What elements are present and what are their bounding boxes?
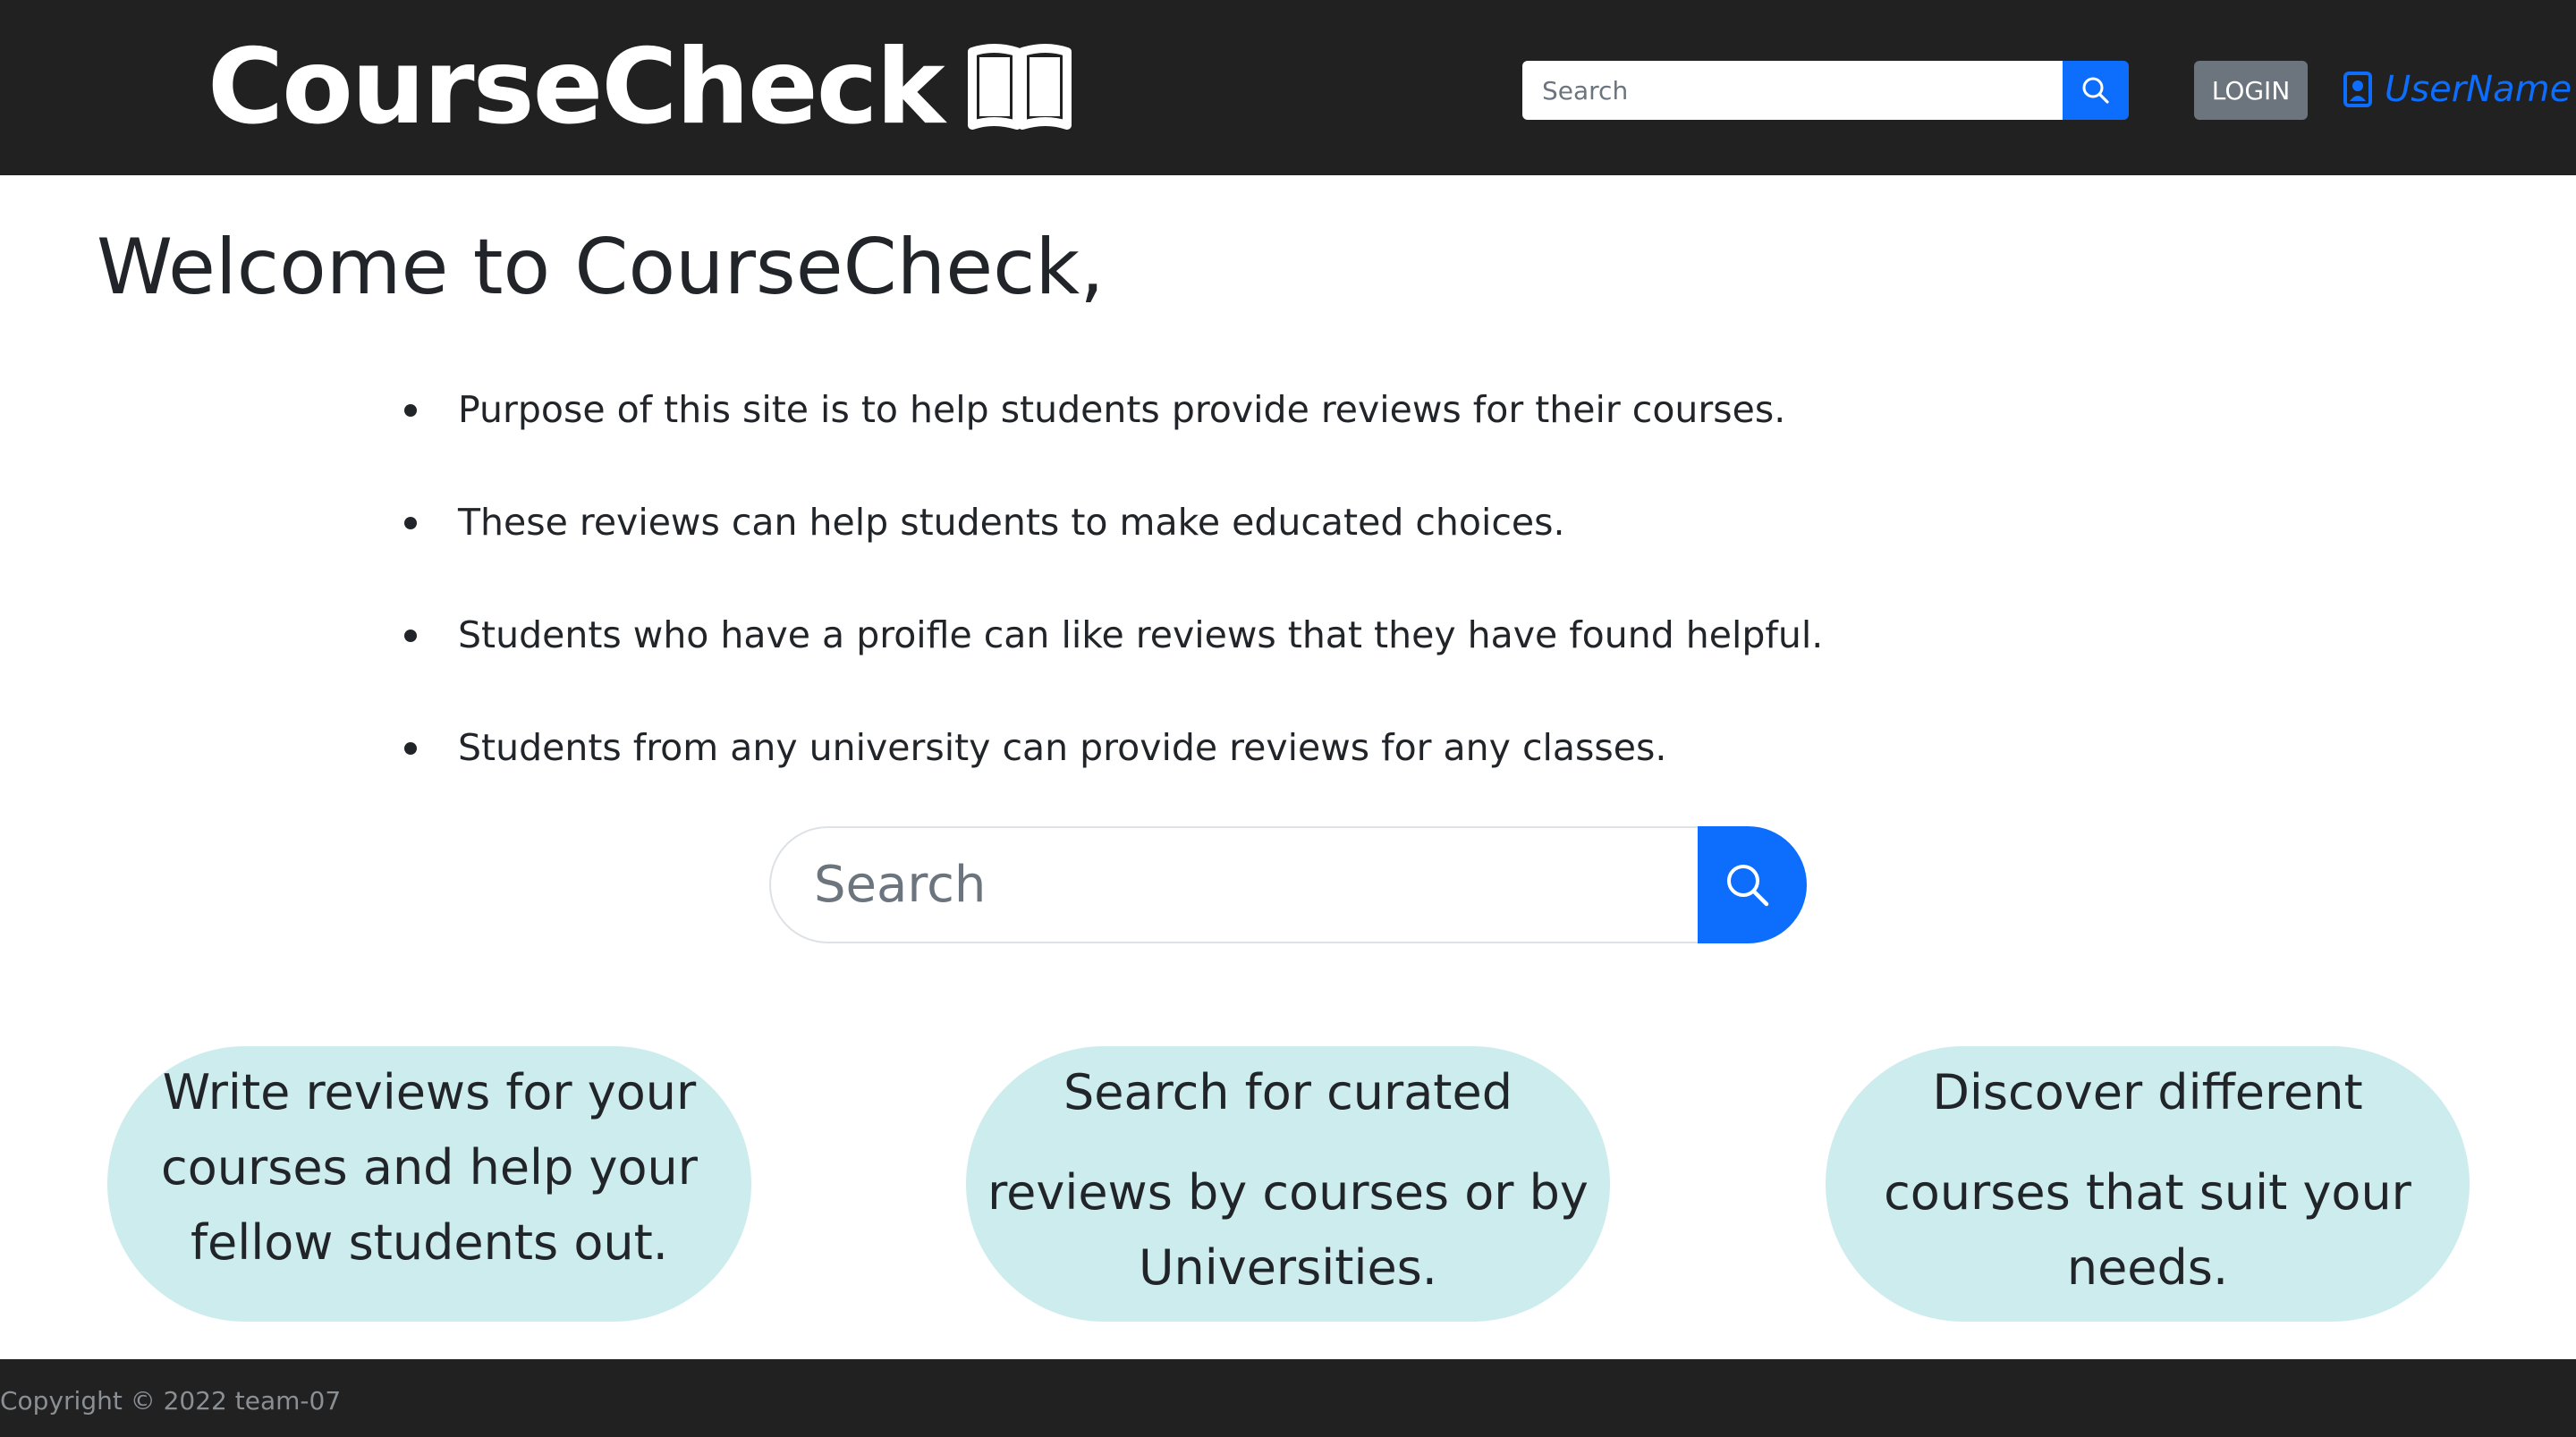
feature-line: courses and help your (161, 1139, 698, 1196)
list-item-text: These reviews can help students to make … (458, 501, 1565, 544)
bullet-dot (404, 404, 417, 417)
footer: Copyright © 2022 team-07 (0, 1359, 2576, 1437)
list-item-text: Students from any university can provide… (458, 726, 1667, 769)
navbar: CourseCheck LOGIN UserName (0, 0, 2576, 175)
main-search-input[interactable] (769, 826, 1698, 943)
feature-line: Write reviews for your (162, 1064, 697, 1120)
copyright-text: Copyright © 2022 team-07 (0, 1386, 342, 1416)
list-item: Students from any university can provide… (385, 712, 1823, 824)
brand-name: CourseCheck (208, 27, 945, 148)
brand-link[interactable]: CourseCheck (208, 30, 1072, 145)
feature-line: Universities. (1139, 1239, 1437, 1296)
search-icon (1727, 864, 1769, 906)
main-search (769, 826, 1807, 943)
feature-line: Search for curated (1063, 1064, 1513, 1120)
list-item-text: Purpose of this site is to help students… (458, 388, 1786, 431)
list-item-text: Students who have a proifle can like rev… (458, 613, 1824, 656)
book-icon (967, 43, 1072, 132)
navbar-search (1522, 61, 2129, 120)
page-title: Welcome to CourseCheck, (97, 223, 1105, 312)
username-link[interactable]: UserName (2343, 64, 2572, 114)
feature-line: courses that suit your (1884, 1164, 2411, 1221)
feature-line: Discover different (1932, 1064, 2363, 1120)
list-item: Students who have a proifle can like rev… (385, 599, 1823, 712)
login-button[interactable]: LOGIN (2194, 61, 2308, 120)
purpose-list: Purpose of this site is to help students… (385, 374, 1823, 824)
feature-line: reviews by courses or by (987, 1164, 1589, 1221)
bullet-dot (404, 630, 417, 642)
main-search-button[interactable] (1698, 826, 1807, 943)
feature-line: fellow students out. (191, 1214, 668, 1271)
username-label: UserName (2385, 69, 2572, 110)
feature-write-reviews: Write reviews for your courses and help … (107, 1046, 751, 1322)
navbar-search-input[interactable] (1522, 61, 2063, 120)
navbar-search-button[interactable] (2063, 61, 2129, 120)
feature-line: needs. (2066, 1239, 2229, 1296)
feature-discover-courses: Discover different courses that suit you… (1826, 1046, 2470, 1322)
bullet-dot (404, 517, 417, 529)
list-item: Purpose of this site is to help students… (385, 374, 1823, 486)
bullet-dot (404, 742, 417, 755)
list-item: These reviews can help students to make … (385, 486, 1823, 599)
feature-search-reviews: Search for curated reviews by courses or… (966, 1046, 1610, 1322)
search-icon (2082, 77, 2109, 104)
person-badge-icon (2343, 72, 2372, 107)
